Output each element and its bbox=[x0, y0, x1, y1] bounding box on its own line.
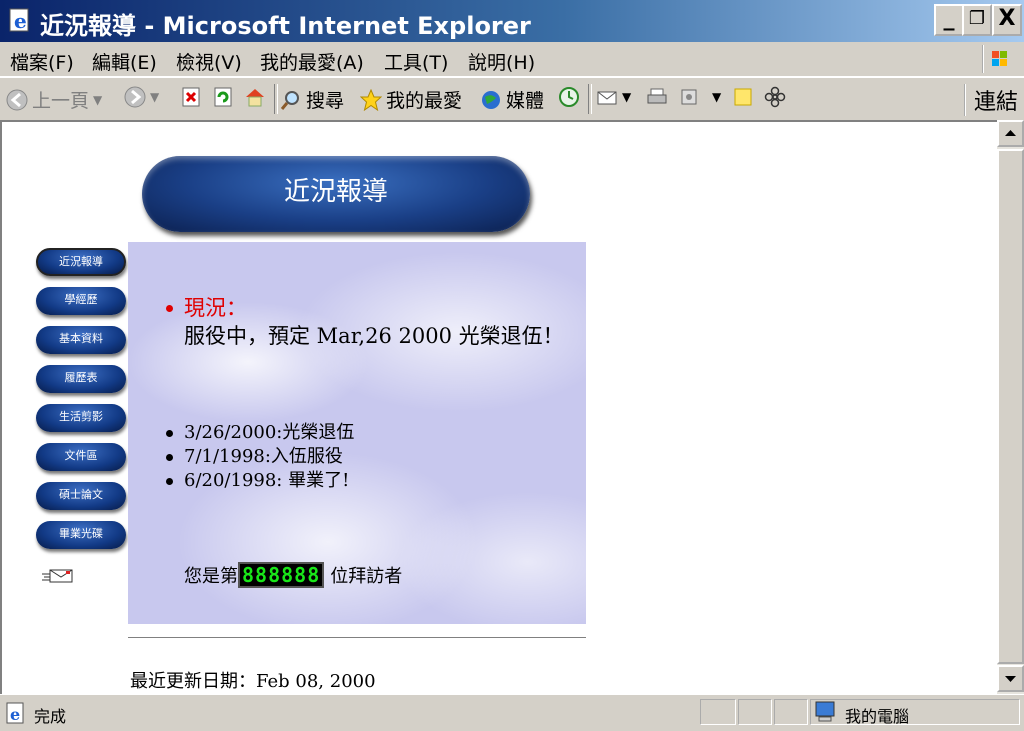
nav-button-resume[interactable]: 履歷表 bbox=[36, 365, 126, 393]
title-bar: e 近況報導 - Microsoft Internet Explorer _ ❐… bbox=[0, 0, 1024, 42]
nav-button-graduation-cd[interactable]: 畢業光碟 bbox=[36, 521, 126, 549]
status-panel bbox=[738, 699, 772, 725]
status-panel bbox=[700, 699, 736, 725]
back-button[interactable]: 上一頁 ▼ bbox=[6, 86, 102, 113]
list-bullet bbox=[166, 454, 173, 461]
media-button[interactable]: 媒體 bbox=[480, 86, 544, 113]
news-item: 7/1/1998:入伍服役 bbox=[184, 446, 343, 467]
menu-file[interactable]: 檔案(F) bbox=[10, 48, 74, 75]
menu-view[interactable]: 檢視(V) bbox=[176, 48, 242, 75]
toolbar: 上一頁 ▼ ▼ 搜尋 我的最愛 媒體 ▼ ▼ 連結 bbox=[0, 77, 1024, 121]
edit-page-icon bbox=[681, 89, 697, 105]
scroll-up-button[interactable] bbox=[997, 120, 1024, 147]
nav-button-profile[interactable]: 基本資料 bbox=[36, 326, 126, 354]
vertical-scrollbar[interactable] bbox=[997, 120, 1024, 694]
list-bullet bbox=[166, 430, 173, 437]
favorites-label: 我的最愛 bbox=[386, 90, 463, 112]
home-button[interactable] bbox=[244, 86, 266, 108]
forward-arrow-icon bbox=[124, 86, 146, 108]
status-bar: e 完成 我的電腦 bbox=[0, 694, 1024, 731]
status-panel bbox=[774, 699, 808, 725]
favorites-button[interactable]: 我的最愛 bbox=[360, 86, 462, 113]
zone-label: 我的電腦 bbox=[845, 707, 910, 726]
menu-tools[interactable]: 工具(T) bbox=[384, 48, 448, 75]
divider bbox=[128, 637, 586, 639]
menu-bar: 檔案(F) 編輯(E) 檢視(V) 我的最愛(A) 工具(T) 說明(H) bbox=[0, 42, 1024, 77]
down-arrow-icon bbox=[1005, 676, 1016, 682]
nav-button-education[interactable]: 學經歷 bbox=[36, 287, 126, 315]
search-button[interactable]: 搜尋 bbox=[280, 86, 344, 113]
history-button[interactable] bbox=[558, 86, 580, 108]
mail-icon bbox=[597, 91, 617, 105]
toolbar-separator bbox=[588, 84, 592, 114]
print-button[interactable] bbox=[646, 86, 668, 108]
back-dropdown-icon[interactable]: ▼ bbox=[93, 93, 102, 107]
status-text: 完成 bbox=[34, 707, 67, 726]
search-label: 搜尋 bbox=[306, 90, 345, 112]
minimize-button[interactable]: _ bbox=[934, 4, 964, 36]
forward-dropdown-icon[interactable]: ▼ bbox=[150, 90, 159, 104]
list-bullet bbox=[166, 478, 173, 485]
nav-button-documents[interactable]: 文件區 bbox=[36, 443, 126, 471]
star-icon bbox=[360, 88, 382, 111]
mail-dropdown-icon[interactable]: ▼ bbox=[622, 90, 631, 104]
nav-button-photos[interactable]: 生活剪影 bbox=[36, 404, 126, 432]
menu-edit[interactable]: 編輯(E) bbox=[92, 48, 157, 75]
scroll-thumb[interactable] bbox=[997, 149, 1024, 664]
back-label: 上一頁 bbox=[32, 90, 90, 112]
page-done-icon: e bbox=[6, 702, 24, 724]
page-viewport: 近況報導 近況報導 學經歷 基本資料 履歷表 生活剪影 文件區 碩士論文 畢業光… bbox=[0, 120, 997, 694]
home-icon bbox=[246, 89, 264, 107]
scroll-down-button[interactable] bbox=[997, 665, 1024, 692]
nav-button-news[interactable]: 近況報導 bbox=[36, 248, 126, 276]
links-button[interactable]: 連結 bbox=[963, 84, 1018, 116]
visitor-suffix: 位拜訪者 bbox=[330, 566, 403, 587]
menu-favorites[interactable]: 我的最愛(A) bbox=[260, 48, 364, 75]
history-icon bbox=[559, 87, 579, 107]
up-arrow-icon bbox=[1005, 130, 1016, 136]
flower-icon bbox=[764, 86, 786, 108]
restore-button[interactable]: ❐ bbox=[962, 4, 992, 36]
svg-text:e: e bbox=[10, 705, 20, 724]
visitor-prefix: 您是第 bbox=[184, 566, 238, 587]
edit-button[interactable]: ▼ bbox=[678, 86, 721, 108]
search-icon bbox=[280, 90, 299, 110]
svg-text:e: e bbox=[14, 9, 27, 33]
refresh-button[interactable] bbox=[212, 86, 234, 108]
visitor-counter-line: 您是第 888888 位拜訪者 bbox=[184, 562, 402, 588]
mail-link-icon[interactable] bbox=[42, 568, 74, 584]
stop-icon bbox=[182, 87, 200, 107]
mail-button[interactable]: ▼ bbox=[596, 86, 631, 108]
windows-logo-icon bbox=[982, 45, 1014, 73]
messenger-button[interactable] bbox=[764, 86, 786, 108]
last-updated: 最近更新日期：Feb 08, 2000 bbox=[130, 671, 376, 692]
close-button[interactable]: X bbox=[992, 4, 1022, 36]
zone-panel: 我的電腦 bbox=[810, 699, 1020, 726]
nav-button-thesis[interactable]: 碩士論文 bbox=[36, 482, 126, 510]
visitor-counter: 888888 bbox=[238, 562, 325, 588]
forward-button[interactable]: ▼ bbox=[124, 86, 159, 108]
news-item: 6/20/1998: 畢業了! bbox=[184, 470, 350, 491]
back-arrow-icon bbox=[6, 89, 28, 110]
news-item: 3/26/2000:光榮退伍 bbox=[184, 422, 355, 443]
stop-button[interactable] bbox=[180, 86, 202, 108]
my-computer-icon bbox=[815, 701, 835, 722]
discuss-button[interactable] bbox=[732, 86, 754, 108]
page-banner: 近況報導 bbox=[142, 156, 530, 232]
ie-page-icon: e bbox=[9, 8, 29, 33]
menu-help[interactable]: 說明(H) bbox=[468, 48, 535, 75]
note-icon bbox=[734, 88, 752, 106]
status-label: 現況： bbox=[184, 296, 247, 320]
edit-dropdown-icon[interactable]: ▼ bbox=[712, 90, 721, 104]
media-label: 媒體 bbox=[506, 90, 545, 112]
refresh-icon bbox=[214, 87, 232, 107]
media-globe-icon bbox=[482, 90, 500, 109]
status-text: 服役中，預定 Mar,26 2000 光榮退伍！ bbox=[184, 324, 564, 348]
status-bullet bbox=[166, 305, 173, 312]
toolbar-separator bbox=[274, 84, 278, 114]
content-panel: 現況： 服役中，預定 Mar,26 2000 光榮退伍！ 3/26/2000:光… bbox=[128, 242, 586, 624]
printer-icon bbox=[647, 88, 667, 104]
window-title: 近況報導 - Microsoft Internet Explorer bbox=[40, 12, 531, 40]
